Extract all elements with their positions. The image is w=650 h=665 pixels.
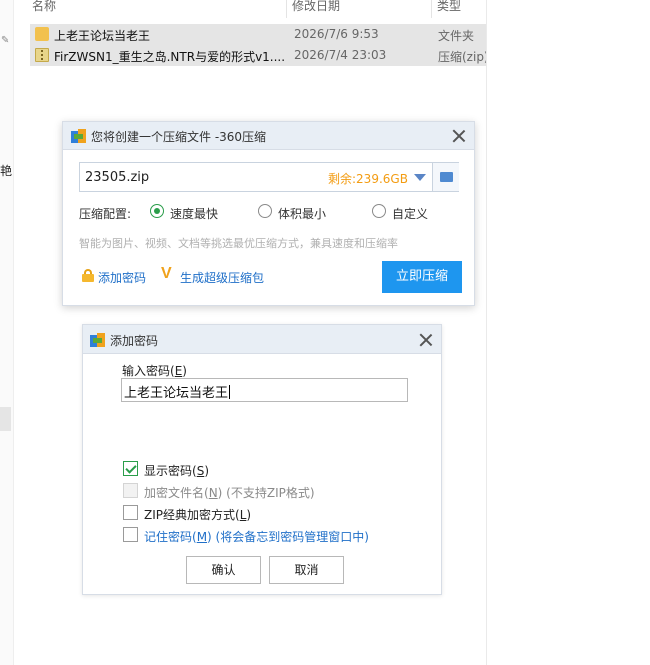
- folder-icon: [440, 172, 453, 182]
- password-dialog: 添加密码 输入密码(E) 上老王论坛当老王 显示密码(S) 加密文件名(N) (…: [82, 324, 442, 595]
- remember-password-label[interactable]: 记住密码(M) (将会备忘到密码管理窗口中): [144, 528, 369, 545]
- text-caret: [229, 385, 231, 399]
- compress-now-button[interactable]: 立即压缩: [382, 261, 462, 293]
- radio-smallest[interactable]: [258, 204, 272, 218]
- file-type: 压缩(zip): [438, 50, 486, 64]
- password-value[interactable]: 上老王论坛当老王: [124, 382, 231, 401]
- show-password-checkbox[interactable]: [123, 461, 138, 476]
- window-edge: [486, 0, 487, 665]
- radio-custom[interactable]: [372, 204, 386, 218]
- close-icon[interactable]: [419, 333, 433, 347]
- super-package-link[interactable]: 生成超级压缩包: [180, 269, 264, 286]
- file-type: 文件夹: [438, 29, 475, 43]
- compress-dialog: 您将创建一个压缩文件 -360压缩 23505.zip 剩余:239.6GB 压…: [62, 121, 475, 306]
- chevron-down-icon[interactable]: [414, 174, 426, 181]
- zip-classic-encryption-checkbox[interactable]: [123, 505, 138, 520]
- archive-name-field[interactable]: 23505.zip 剩余:239.6GB: [79, 162, 459, 192]
- column-separator[interactable]: [286, 0, 287, 18]
- vip-v-icon: V: [161, 265, 172, 282]
- 360zip-app-icon: [71, 128, 87, 144]
- lock-icon: [82, 269, 95, 282]
- column-separator[interactable]: [431, 0, 432, 18]
- close-icon[interactable]: [452, 129, 466, 143]
- ok-button[interactable]: 确认: [186, 556, 261, 584]
- file-name: FirZWSN1_重生之岛.NTR与爱的形式v1....: [54, 50, 286, 64]
- navigation-pane-edge: ✎ 艳: [0, 0, 14, 665]
- radio-smallest-label[interactable]: 体积最小: [278, 205, 326, 222]
- compress-hint: 智能为图片、视频、文档等挑选最优压缩方式，兼具速度和压缩率: [79, 237, 398, 250]
- free-space-label: 剩余:239.6GB: [328, 172, 408, 186]
- file-date: 2026/7/4 23:03: [294, 48, 387, 62]
- pin-icon: ✎: [1, 35, 10, 46]
- password-input-label: 输入密码(E): [122, 364, 187, 378]
- radio-custom-label[interactable]: 自定义: [392, 205, 428, 222]
- file-date: 2026/7/6 9:53: [294, 27, 379, 41]
- password-dialog-title: 添加密码: [110, 334, 159, 348]
- column-headers: 名称 修改日期 类型: [14, 0, 486, 18]
- column-header-name[interactable]: 名称: [32, 0, 56, 14]
- column-header-type[interactable]: 类型: [437, 0, 461, 14]
- file-row[interactable]: 上老王论坛当老王 2026/7/6 9:53 文件夹: [30, 24, 486, 45]
- nav-scrollbar-thumb[interactable]: [0, 407, 11, 431]
- zip-classic-encryption-label[interactable]: ZIP经典加密方式(L): [144, 506, 251, 523]
- column-header-date[interactable]: 修改日期: [292, 0, 340, 14]
- add-password-link[interactable]: 添加密码: [98, 269, 146, 286]
- cancel-button[interactable]: 取消: [269, 556, 344, 584]
- radio-fastest[interactable]: [150, 204, 164, 218]
- file-row[interactable]: FirZWSN1_重生之岛.NTR与爱的形式v1.... 2026/7/4 23…: [30, 45, 486, 66]
- encrypt-filenames-checkbox: [123, 483, 138, 498]
- compress-dialog-titlebar[interactable]: 您将创建一个压缩文件 -360压缩: [63, 122, 474, 150]
- folder-icon: [35, 27, 49, 41]
- 360zip-app-icon: [90, 332, 106, 348]
- show-password-label[interactable]: 显示密码(S): [144, 462, 209, 479]
- radio-fastest-label[interactable]: 速度最快: [170, 205, 218, 222]
- nav-item-partial[interactable]: 艳: [0, 162, 12, 179]
- remember-password-checkbox[interactable]: [123, 527, 138, 542]
- compress-config-label: 压缩配置:: [79, 207, 132, 221]
- file-name: 上老王论坛当老王: [54, 29, 151, 43]
- archive-name-value[interactable]: 23505.zip: [85, 170, 149, 185]
- browse-folder-button[interactable]: [432, 163, 459, 191]
- compress-dialog-title: 您将创建一个压缩文件 -360压缩: [91, 130, 267, 144]
- zip-file-icon: [35, 48, 49, 62]
- password-dialog-titlebar[interactable]: 添加密码: [83, 325, 441, 354]
- encrypt-filenames-label: 加密文件名(N) (不支持ZIP格式): [144, 486, 315, 500]
- password-input[interactable]: 上老王论坛当老王: [121, 378, 408, 402]
